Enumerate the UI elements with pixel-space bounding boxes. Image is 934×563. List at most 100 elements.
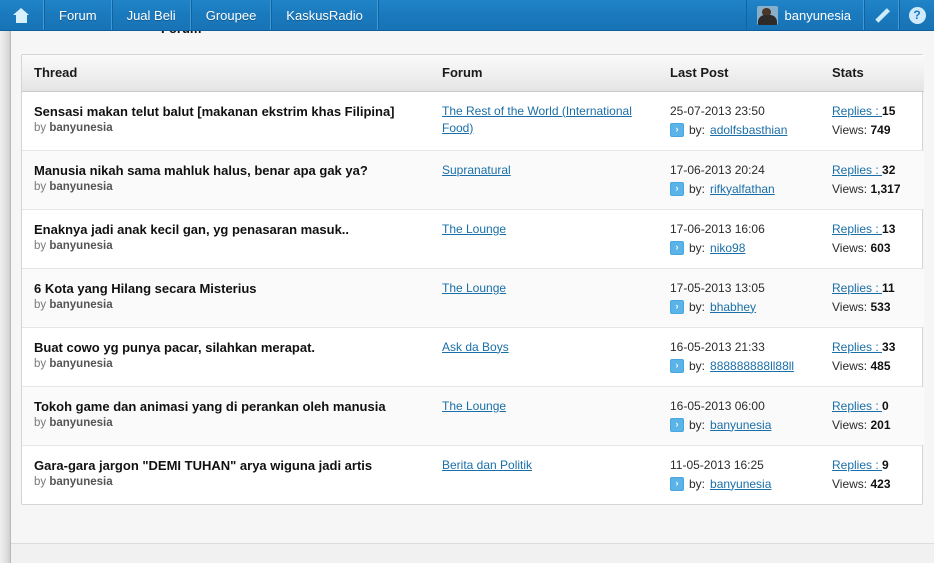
thread-author-prefix: by — [34, 121, 50, 134]
replies-link[interactable]: Replies : — [832, 281, 882, 295]
cell-forum: The Lounge — [430, 208, 658, 268]
replies-count: 32 — [882, 162, 896, 177]
pencil-icon — [874, 7, 890, 23]
thread-title[interactable]: Tokoh game dan animasi yang di perankan … — [34, 398, 422, 415]
last-post-author-link[interactable]: banyunesia — [710, 418, 771, 432]
cell-last-post: 16-05-2013 06:00 › by: banyunesia — [658, 385, 820, 445]
forum-link[interactable]: The Lounge — [442, 398, 506, 415]
forum-link[interactable]: Supranatural — [442, 162, 511, 179]
views-label: Views: — [832, 240, 871, 255]
forum-link[interactable]: The Rest of the World (International Foo… — [442, 103, 650, 137]
table-header-row: Thread Forum Last Post Stats — [22, 55, 924, 92]
last-post-author-link[interactable]: adolfsbasthian — [710, 123, 787, 137]
views-count: 485 — [870, 358, 891, 373]
nav-username-label: banyunesia — [784, 7, 852, 23]
thread-author-prefix: by — [34, 298, 50, 311]
thread-author-name: banyunesia — [49, 475, 113, 488]
last-post-by: › by: niko98 — [670, 240, 812, 255]
stats-views: Views: 749 — [832, 123, 916, 137]
cell-last-post: 17-06-2013 20:24 › by: rifkyalfathan — [658, 149, 820, 209]
thread-list-panel: Thread Forum Last Post Stats Sensasi mak… — [21, 54, 924, 505]
thread-author: by banyunesia — [34, 358, 422, 370]
last-post-author-link[interactable]: rifkyalfathan — [710, 182, 775, 196]
stats-views: Views: 533 — [832, 300, 916, 314]
column-header-last-post[interactable]: Last Post — [658, 55, 820, 92]
goto-post-arrow-icon[interactable]: › — [670, 358, 684, 373]
goto-post-arrow-icon[interactable]: › — [670, 299, 684, 314]
last-post-author-link[interactable]: banyunesia — [710, 477, 771, 491]
replies-link[interactable]: Replies : — [832, 222, 882, 236]
nav-spacer — [377, 0, 746, 30]
last-post-author-link[interactable]: bhabhey — [710, 300, 756, 314]
cell-stats: Replies : 13 Views: 603 — [820, 208, 924, 268]
thread-title[interactable]: Sensasi makan telut balut [makanan ekstr… — [34, 103, 422, 120]
thread-author-name: banyunesia — [49, 239, 113, 252]
top-navigation-bar: Forum Jual Beli Groupee KaskusRadio bany… — [0, 0, 934, 31]
thread-table: Thread Forum Last Post Stats Sensasi mak… — [22, 55, 924, 504]
last-post-by-prefix: by: — [689, 358, 706, 373]
nav-item-groupee[interactable]: Groupee — [190, 0, 272, 30]
table-row[interactable]: Enaknya jadi anak kecil gan, yg penasara… — [22, 208, 924, 268]
goto-post-arrow-icon[interactable]: › — [670, 122, 684, 137]
thread-title[interactable]: Gara-gara jargon "DEMI TUHAN" arya wigun… — [34, 457, 422, 474]
cell-last-post: 17-05-2013 13:05 › by: bhabhey — [658, 267, 820, 327]
column-header-thread[interactable]: Thread — [22, 55, 430, 92]
nav-item-forum[interactable]: Forum — [44, 0, 112, 30]
stats-replies: Replies : 33 — [832, 339, 916, 355]
forum-link[interactable]: The Lounge — [442, 280, 506, 297]
replies-link[interactable]: Replies : — [832, 104, 882, 118]
table-row[interactable]: Manusia nikah sama mahluk halus, benar a… — [22, 149, 924, 209]
avatar — [756, 5, 778, 25]
cell-forum: Berita dan Politik — [430, 444, 658, 504]
cell-thread: Buat cowo yg punya pacar, silahkan merap… — [22, 326, 430, 386]
thread-title[interactable]: Enaknya jadi anak kecil gan, yg penasara… — [34, 221, 422, 238]
column-header-forum[interactable]: Forum — [430, 55, 658, 92]
thread-author-name: banyunesia — [49, 298, 113, 311]
last-post-by: › by: banyunesia — [670, 417, 812, 432]
thread-title[interactable]: Manusia nikah sama mahluk halus, benar a… — [34, 162, 422, 179]
table-row[interactable]: Sensasi makan telut balut [makanan ekstr… — [22, 91, 924, 150]
cell-last-post: 25-07-2013 23:50 › by: adolfsbasthian — [658, 91, 820, 150]
nav-compose-button[interactable] — [864, 0, 899, 30]
thread-author-prefix: by — [34, 180, 50, 193]
thread-title[interactable]: Buat cowo yg punya pacar, silahkan merap… — [34, 339, 422, 356]
cell-last-post: 17-06-2013 16:06 › by: niko98 — [658, 208, 820, 268]
nav-user-menu[interactable]: banyunesia — [745, 0, 864, 30]
thread-title[interactable]: 6 Kota yang Hilang secara Misterius — [34, 280, 422, 297]
last-post-author-link[interactable]: niko98 — [710, 241, 745, 255]
last-post-by: › by: banyunesia — [670, 476, 812, 491]
page-scrollbar[interactable] — [0, 31, 11, 563]
nav-home-button[interactable] — [0, 0, 44, 30]
goto-post-arrow-icon[interactable]: › — [670, 417, 684, 432]
cell-thread: Gara-gara jargon "DEMI TUHAN" arya wigun… — [22, 444, 430, 504]
goto-post-arrow-icon[interactable]: › — [670, 476, 684, 491]
page-bottom-strip — [11, 543, 934, 563]
table-row[interactable]: Gara-gara jargon "DEMI TUHAN" arya wigun… — [22, 444, 924, 504]
stats-replies: Replies : 15 — [832, 103, 916, 119]
last-post-author-link[interactable]: 888888888ll88ll — [710, 359, 794, 373]
cell-forum: The Lounge — [430, 267, 658, 327]
replies-link[interactable]: Replies : — [832, 458, 882, 472]
table-row[interactable]: 6 Kota yang Hilang secara Misterius by ba… — [22, 267, 924, 327]
replies-link[interactable]: Replies : — [832, 340, 882, 354]
column-header-stats[interactable]: Stats — [820, 55, 924, 92]
cell-thread: Manusia nikah sama mahluk halus, benar a… — [22, 149, 430, 209]
forum-link[interactable]: Berita dan Politik — [442, 457, 532, 474]
replies-link[interactable]: Replies : — [832, 163, 882, 177]
stats-replies: Replies : 13 — [832, 221, 916, 237]
nav-help-button[interactable]: ? — [899, 0, 934, 30]
last-post-by-prefix: by: — [689, 476, 706, 491]
replies-count: 11 — [882, 280, 895, 295]
nav-right-group: banyunesia ? — [745, 0, 934, 30]
views-count: 533 — [870, 299, 891, 314]
table-row[interactable]: Tokoh game dan animasi yang di perankan … — [22, 385, 924, 445]
nav-item-kaskusradio[interactable]: KaskusRadio — [271, 0, 378, 30]
table-row[interactable]: Buat cowo yg punya pacar, silahkan merap… — [22, 326, 924, 386]
goto-post-arrow-icon[interactable]: › — [670, 240, 684, 255]
goto-post-arrow-icon[interactable]: › — [670, 181, 684, 196]
forum-link[interactable]: The Lounge — [442, 221, 506, 238]
replies-link[interactable]: Replies : — [832, 399, 882, 413]
last-post-by-prefix: by: — [689, 417, 706, 432]
nav-item-jual-beli[interactable]: Jual Beli — [111, 0, 191, 30]
forum-link[interactable]: Ask da Boys — [442, 339, 509, 356]
